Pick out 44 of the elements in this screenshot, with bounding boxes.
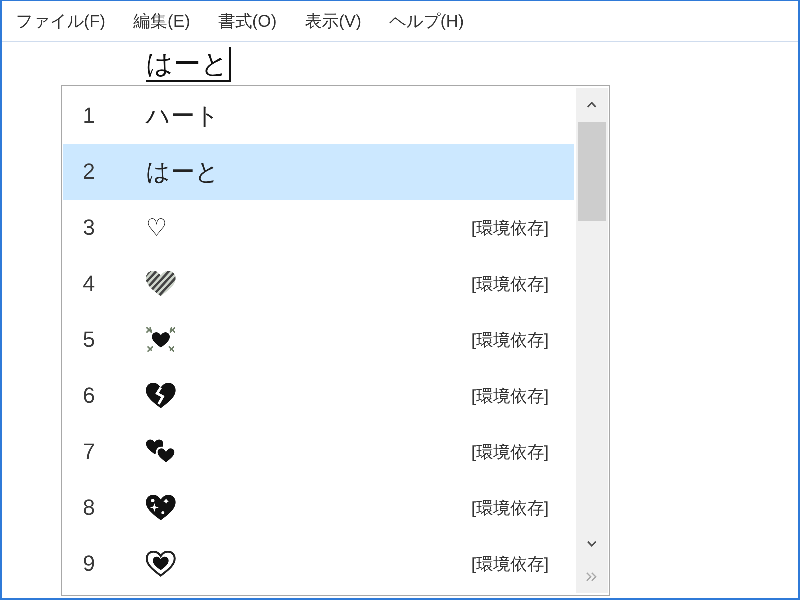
candidate-text: はーと xyxy=(146,158,220,188)
dependency-note: [環境依存] xyxy=(472,218,549,240)
candidate-row[interactable]: 8 [環境依存] xyxy=(63,480,574,536)
candidate-row[interactable]: 2 はーと xyxy=(63,144,574,200)
dependency-note: [環境依存] xyxy=(472,330,549,352)
candidate-number: 5 xyxy=(83,327,96,353)
candidate-number: 8 xyxy=(83,495,96,521)
candidate-text: ハート xyxy=(146,102,220,132)
dependency-note: [環境依存] xyxy=(472,442,549,464)
dependency-note: [環境依存] xyxy=(472,274,549,296)
candidate-number: 6 xyxy=(83,383,96,409)
dependency-note: [環境依存] xyxy=(472,554,549,576)
candidate-row[interactable]: 5 [環境依存] xyxy=(63,312,574,368)
text-cursor xyxy=(229,47,231,82)
candidate-number: 3 xyxy=(83,215,96,241)
scrollbar-thumb[interactable] xyxy=(578,122,606,221)
candidate-row[interactable]: 4 [環境依存] xyxy=(63,256,574,312)
dependency-note: [環境依存] xyxy=(472,498,549,520)
menu-item[interactable]: 書式(O) xyxy=(204,6,291,36)
decorated-heart-icon xyxy=(146,327,176,353)
candidate-row[interactable]: 1 ハート xyxy=(63,88,574,144)
candidate-number: 4 xyxy=(83,271,96,297)
candidate-number: 2 xyxy=(83,159,96,185)
chevron-down-icon xyxy=(587,540,597,546)
dependency-note: [環境依存] xyxy=(472,386,549,408)
double-chevron-icon xyxy=(586,572,598,582)
candidate-row[interactable]: 3 ♡ [環境依存] xyxy=(63,200,574,256)
menu-item[interactable]: ヘルプ(H) xyxy=(376,6,478,36)
candidate-row[interactable]: 7 [環境依存] xyxy=(63,424,574,480)
striped-heart-icon xyxy=(146,271,176,297)
candidate-row[interactable]: 6 [環境依存] xyxy=(63,368,574,424)
two-hearts-icon xyxy=(146,439,176,465)
menu-item[interactable]: 表示(V) xyxy=(290,6,376,36)
candidate-row[interactable]: 9 [環境依存] xyxy=(63,536,574,592)
broken-heart-icon xyxy=(146,383,176,409)
menu-item[interactable]: ファイル(F) xyxy=(2,6,120,36)
candidate-number: 9 xyxy=(83,551,96,577)
framed-heart-icon xyxy=(146,551,176,577)
candidate-number: 7 xyxy=(83,439,96,465)
chevron-up-icon xyxy=(587,102,597,108)
menu-item[interactable]: 編集(E) xyxy=(120,6,204,36)
sparkling-heart-icon xyxy=(146,495,176,521)
candidate-number: 1 xyxy=(83,103,96,129)
candidate-text: ♡ xyxy=(146,214,168,242)
